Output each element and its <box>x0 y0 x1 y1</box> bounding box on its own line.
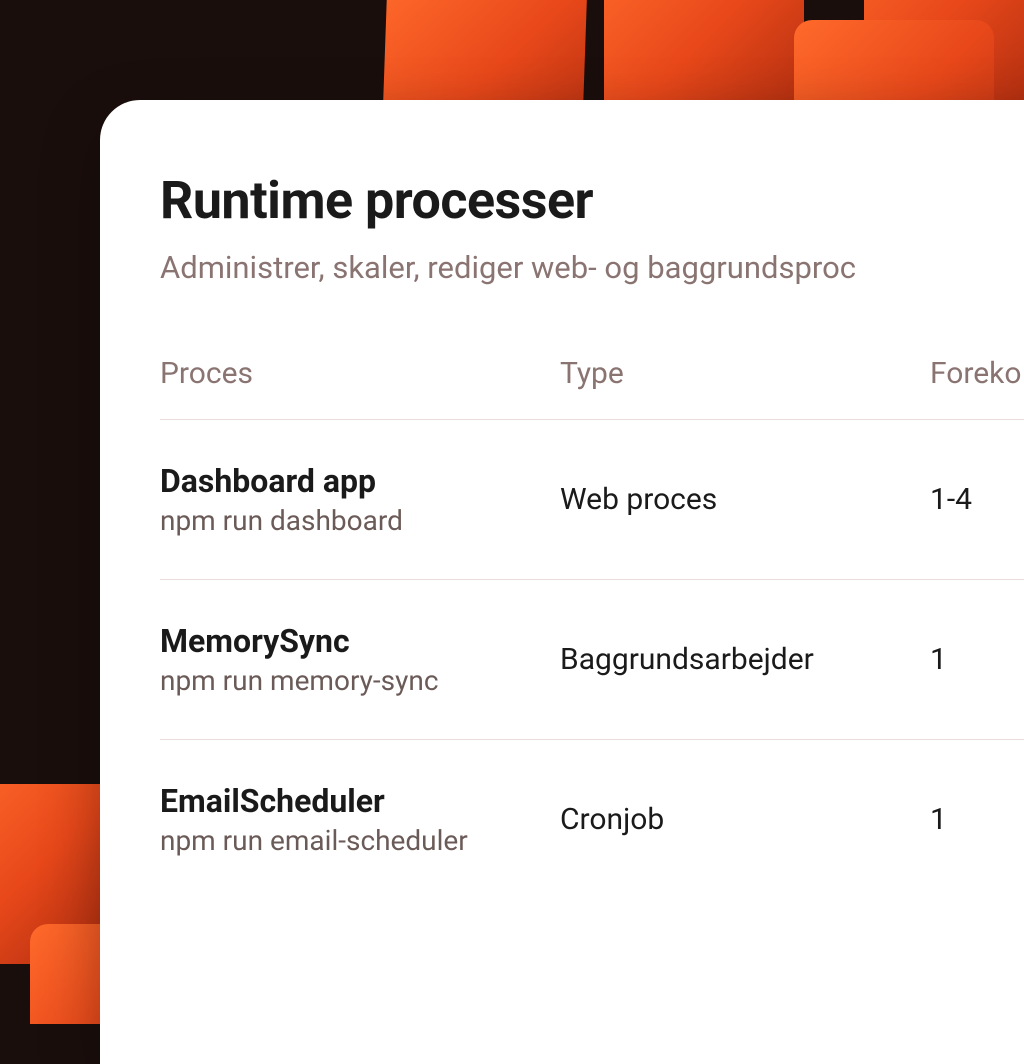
process-type: Web proces <box>560 482 930 517</box>
process-name: Dashboard app <box>160 462 560 500</box>
table-header: Proces Type Foreko <box>160 356 1024 420</box>
process-command: npm run memory-sync <box>160 664 560 697</box>
process-command: npm run email-scheduler <box>160 824 560 857</box>
page-subtitle: Administrer, skaler, rediger web- og bag… <box>160 249 1024 286</box>
page-title: Runtime processer <box>160 170 1024 231</box>
process-type: Cronjob <box>560 802 930 837</box>
table-row[interactable]: Dashboard app npm run dashboard Web proc… <box>160 420 1024 580</box>
process-name: MemorySync <box>160 622 560 660</box>
table-row[interactable]: MemorySync npm run memory-sync Baggrunds… <box>160 580 1024 740</box>
column-header-instances: Foreko <box>930 356 1024 391</box>
process-name: EmailScheduler <box>160 782 560 820</box>
column-header-process: Proces <box>160 356 560 391</box>
process-instances: 1 <box>930 642 1024 677</box>
process-type: Baggrundsarbejder <box>560 642 930 677</box>
process-instances: 1 <box>930 802 1024 837</box>
table-row[interactable]: EmailScheduler npm run email-scheduler C… <box>160 740 1024 899</box>
process-instances: 1-4 <box>930 482 1024 517</box>
processes-table: Proces Type Foreko Dashboard app npm run… <box>160 356 1024 899</box>
column-header-type: Type <box>560 356 930 391</box>
processes-card: Runtime processer Administrer, skaler, r… <box>100 100 1024 1064</box>
process-command: npm run dashboard <box>160 504 560 537</box>
